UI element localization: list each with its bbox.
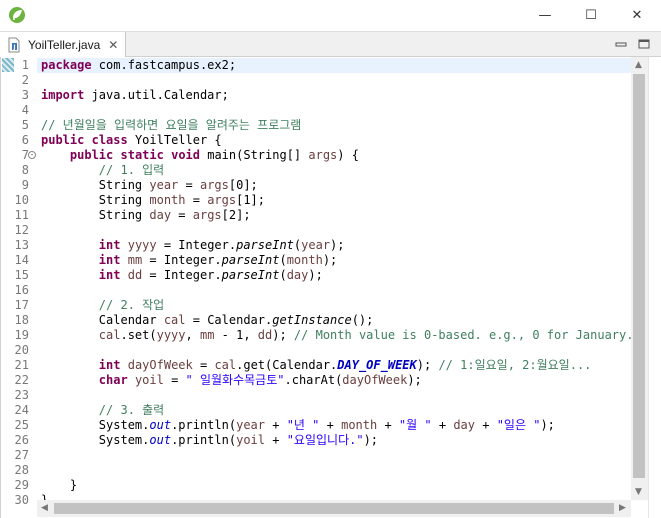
minimize-button[interactable]: — [522,0,568,30]
vertical-scrollbar[interactable]: ▲ ▼ [631,57,648,500]
line-number: 4 [21,103,29,117]
maximize-view-icon[interactable] [637,37,651,51]
code-editor[interactable]: 1 2 3 4 5 6 7-8 9 10 11 12 13 14 15 16 17 18 19 20 21 22 23 24… [0,57,661,518]
code-line[interactable]: // 년월일을 입력하면 요일을 알려주는 프로그램 [41,118,301,133]
code-line[interactable]: int yyyy = Integer.parseInt(year); [41,238,345,253]
line-number: 17 [14,298,29,312]
line-number: 11 [14,208,29,222]
code-line[interactable]: String month = args[1]; [41,193,265,208]
line-number: 27 [14,448,29,462]
code-line[interactable]: Calendar cal = Calendar.getInstance(); [41,313,374,328]
code-line[interactable]: // 3. 출력 [41,403,164,418]
overview-ruler[interactable] [648,57,661,518]
code-line[interactable]: public class YoilTeller { [41,133,222,148]
code-line[interactable]: char yoil = " 일월화수목금토".charAt(dayOfWeek)… [41,373,422,388]
line-number: 7 [21,148,29,162]
line-number: 22 [14,373,29,387]
code-area[interactable]: package com.fastcampus.ex2; import java.u… [37,57,631,500]
scroll-left-icon[interactable]: ◀ [41,503,48,513]
line-number: 23 [14,388,29,402]
horizontal-scroll-thumb[interactable] [54,503,614,514]
spring-leaf-icon [9,7,25,23]
code-line[interactable]: cal.set(yyyy, mm - 1, dd); // Month valu… [41,328,631,343]
line-number: 20 [14,343,29,357]
code-line[interactable]: System.out.println(yoil + "요일입니다."); [41,433,378,448]
line-number: 5 [21,118,29,132]
line-number: 8 [21,163,29,177]
line-number: 25 [14,418,29,432]
svg-text:J: J [12,44,15,51]
line-number: 26 [14,433,29,447]
tab-yoilteller-java[interactable]: J YoilTeller.java ✕ [0,32,126,58]
line-number: 9 [21,178,29,192]
line-number: 3 [21,88,29,102]
code-line[interactable]: } [41,493,48,500]
code-line[interactable]: System.out.println(year + "년 " + month +… [41,418,555,433]
code-line[interactable]: // 1. 입력 [41,163,164,178]
code-line[interactable]: String day = args[2]; [41,208,251,223]
line-number: 15 [14,268,29,282]
line-number: 10 [14,193,29,207]
code-line[interactable]: package com.fastcampus.ex2; [41,58,236,73]
current-line-marker-icon [2,58,14,72]
line-number: 2 [21,73,29,87]
line-number: 13 [14,238,29,252]
code-line[interactable]: String year = args[0]; [41,178,258,193]
code-line[interactable]: int dd = Integer.parseInt(day); [41,268,323,283]
code-line[interactable]: int dayOfWeek = cal.get(Calendar.DAY_OF_… [41,358,592,373]
code-line[interactable]: // 2. 작업 [41,298,164,313]
vertical-scroll-thumb[interactable] [633,74,645,478]
line-number: 21 [14,358,29,372]
line-number: 29 [14,478,29,492]
tab-label: YoilTeller.java [28,38,101,52]
scroll-right-icon[interactable]: ▶ [619,503,626,513]
editor-tab-bar: J YoilTeller.java ✕ [0,31,661,58]
line-number-gutter: 1 2 3 4 5 6 7-8 9 10 11 12 13 14 15 16 17 18 19 20 21 22 23 24… [1,57,37,507]
line-number: 24 [14,403,29,417]
code-line[interactable]: import java.util.Calendar; [41,88,229,103]
scroll-up-icon[interactable]: ▲ [635,60,642,70]
close-button[interactable]: ✕ [614,0,660,30]
line-number: 30 [14,493,29,507]
line-number: 14 [14,253,29,267]
line-number: 6 [21,133,29,147]
scroll-down-icon[interactable]: ▼ [635,487,642,497]
code-line[interactable]: public static void main(String[] args) { [41,148,359,163]
java-file-icon: J [8,37,20,53]
line-number: 12 [14,223,29,237]
tab-close-icon[interactable]: ✕ [108,38,118,52]
title-bar: — ☐ ✕ [0,0,661,30]
code-line[interactable]: } [41,478,77,493]
code-line[interactable]: int mm = Integer.parseInt(month); [41,253,337,268]
line-number: 16 [14,283,29,297]
fold-collapse-icon[interactable]: - [28,151,36,159]
line-number: 28 [14,463,29,477]
horizontal-scrollbar[interactable]: ◀ ▶ [37,500,631,517]
minimize-view-icon[interactable] [614,37,628,51]
line-number: 19 [14,328,29,342]
line-number: 18 [14,313,29,327]
maximize-button[interactable]: ☐ [568,0,614,30]
